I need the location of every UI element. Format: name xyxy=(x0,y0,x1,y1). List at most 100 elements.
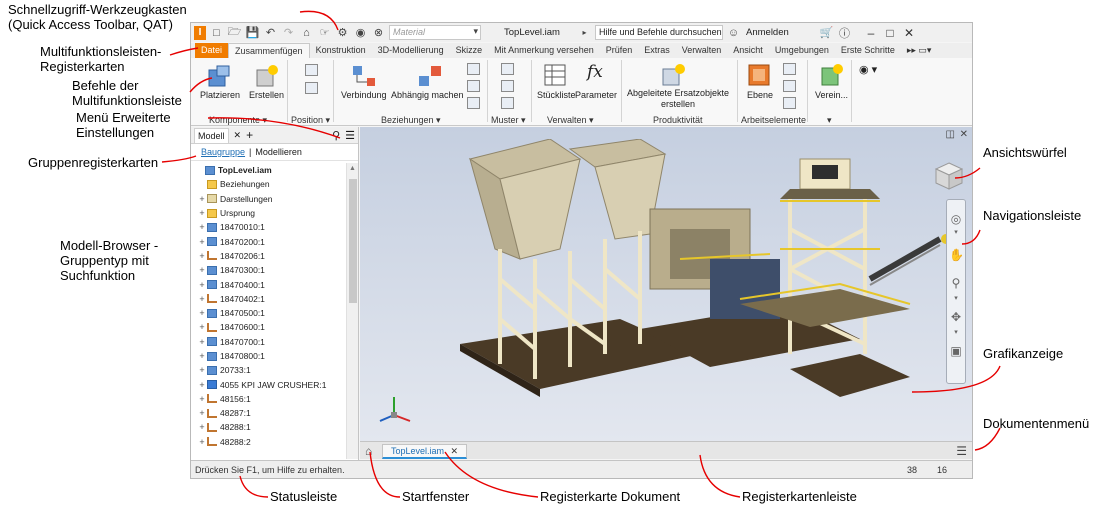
tree-item[interactable]: +18470800:1 xyxy=(191,349,346,363)
chevron-down-icon[interactable]: ▾ xyxy=(827,115,832,126)
tree-item[interactable]: +18470010:1 xyxy=(191,220,346,234)
minimize-icon[interactable]: – xyxy=(863,26,879,40)
help-icon[interactable]: ⓘ xyxy=(837,26,852,40)
viewcube-icon[interactable] xyxy=(934,161,964,191)
substitute-button[interactable]: Abgeleitete Ersatzobjekte erstellen xyxy=(627,88,729,110)
update-icon[interactable]: ⚙ xyxy=(335,26,350,40)
expand-icon[interactable]: + xyxy=(197,365,207,375)
tab-4[interactable]: Skizze xyxy=(450,43,489,58)
cart-icon[interactable]: 🛒 xyxy=(819,26,834,40)
tree-item[interactable]: Beziehungen xyxy=(191,177,346,191)
close-icon[interactable]: ✕ xyxy=(451,446,459,456)
tree-item[interactable]: +18470206:1 xyxy=(191,249,346,263)
maximize-icon[interactable]: □ xyxy=(882,26,898,40)
group-tab-modeling[interactable]: Modellieren xyxy=(255,147,302,157)
chevron-down-icon[interactable]: ▾ xyxy=(949,228,963,236)
sign-in-button[interactable]: Anmelden xyxy=(746,27,816,38)
close-icon[interactable]: ✕ xyxy=(234,130,242,141)
bom-icon[interactable] xyxy=(543,63,567,87)
browser-scrollbar[interactable]: ▲ xyxy=(346,163,358,459)
expand-icon[interactable]: + xyxy=(197,265,207,275)
tree-item[interactable]: +18470200:1 xyxy=(191,234,346,248)
simplify-button[interactable]: Verein... xyxy=(815,90,848,100)
constrain-icon[interactable] xyxy=(417,64,443,88)
expand-icon[interactable]: + xyxy=(197,422,207,432)
tab-5[interactable]: Mit Anmerkung versehen xyxy=(488,43,600,58)
home-icon[interactable]: ⌂ xyxy=(299,26,314,40)
expand-icon[interactable]: + xyxy=(197,237,207,247)
relationship-small-icon[interactable] xyxy=(467,80,480,92)
constrain-button[interactable]: Abhängig machen xyxy=(391,90,464,100)
look-at-icon[interactable]: ▣ xyxy=(949,344,963,358)
relationship-small-icon[interactable] xyxy=(467,63,480,75)
expand-icon[interactable]: + xyxy=(197,322,207,332)
rotate-icon[interactable] xyxy=(305,82,318,94)
tree-item[interactable]: +18470700:1 xyxy=(191,335,346,349)
expand-icon[interactable]: + xyxy=(197,308,207,318)
joint-button[interactable]: Verbindung xyxy=(341,90,387,100)
document-tab[interactable]: TopLevel.iam ✕ xyxy=(382,444,468,459)
tab-9[interactable]: Ansicht xyxy=(727,43,769,58)
expand-icon[interactable]: + xyxy=(197,222,207,232)
tree-item[interactable]: TopLevel.iam xyxy=(191,163,346,177)
move-icon[interactable] xyxy=(305,64,318,76)
tree-item[interactable]: +18470500:1 xyxy=(191,306,346,320)
simplify-icon[interactable] xyxy=(819,63,843,87)
appearance-icon[interactable]: ◉ xyxy=(353,26,368,40)
tree-item[interactable]: +18470600:1 xyxy=(191,320,346,334)
tree-item[interactable]: +48156:1 xyxy=(191,392,346,406)
parameters-button[interactable]: Parameter xyxy=(575,90,617,100)
pan-icon[interactable]: ✋ xyxy=(949,248,964,262)
steering-wheel-icon[interactable]: ◎ xyxy=(949,212,963,226)
group-label-pattern[interactable]: Muster ▾ xyxy=(491,115,526,126)
tab-0[interactable]: Datei xyxy=(195,43,229,58)
group-label-component[interactable]: Komponente ▾ xyxy=(209,115,267,126)
tree-item[interactable]: +18470402:1 xyxy=(191,292,346,306)
expand-icon[interactable]: + xyxy=(197,380,207,390)
create-icon[interactable] xyxy=(253,64,279,88)
expand-icon[interactable]: + xyxy=(197,280,207,290)
graphics-window[interactable]: ◫ ✕ ◎ ▾ ✋ ⚲ ▾ ✥ ▾ ▣ xyxy=(360,127,972,441)
undo-icon[interactable]: ↶ xyxy=(263,26,278,40)
expand-icon[interactable]: + xyxy=(197,437,207,447)
pattern-icon[interactable] xyxy=(501,80,514,92)
ucs-icon[interactable] xyxy=(783,97,796,109)
point-icon[interactable] xyxy=(783,80,796,92)
tab-3[interactable]: 3D-Modellierung xyxy=(372,43,450,58)
inventor-logo-icon[interactable]: I xyxy=(194,25,206,40)
tree-item[interactable]: +48288:1 xyxy=(191,420,346,434)
search-icon[interactable]: ⚲ xyxy=(332,129,340,142)
parameters-icon[interactable]: fx xyxy=(587,62,603,82)
zoom-icon[interactable]: ⚲ xyxy=(949,276,963,290)
bom-button[interactable]: Stückliste xyxy=(537,90,576,100)
user-icon[interactable]: ☺ xyxy=(726,26,741,40)
tree-item[interactable]: + Darstellungen xyxy=(191,192,346,206)
tree-item[interactable]: +18470300:1 xyxy=(191,263,346,277)
orbit-icon[interactable]: ✥ xyxy=(949,310,963,324)
place-button[interactable]: Platzieren xyxy=(200,90,240,100)
expand-icon[interactable]: + xyxy=(197,294,207,304)
open-folder-icon[interactable]: 🗁 xyxy=(227,26,242,40)
plane-icon[interactable] xyxy=(747,63,771,87)
expand-icon[interactable]: + xyxy=(197,251,207,261)
expand-icon[interactable]: + xyxy=(197,394,207,404)
group-label-manage[interactable]: Verwalten ▾ xyxy=(547,115,594,126)
relationship-small-icon[interactable] xyxy=(467,97,480,109)
close-icon[interactable]: ✕ xyxy=(901,26,917,40)
tree-item[interactable]: +18470400:1 xyxy=(191,277,346,291)
chevron-down-icon[interactable]: ▾ xyxy=(949,294,963,302)
tree-item[interactable]: +4055 KPI JAW CRUSHER:1 xyxy=(191,377,346,391)
pattern-icon[interactable] xyxy=(501,63,514,75)
chevron-up-icon[interactable]: ▲ xyxy=(349,165,356,172)
place-icon[interactable] xyxy=(207,64,233,88)
group-label-position[interactable]: Position ▾ xyxy=(291,115,330,126)
new-file-icon[interactable]: □ xyxy=(209,26,224,40)
redo-icon[interactable]: ↷ xyxy=(281,26,296,40)
expand-icon[interactable]: + xyxy=(197,337,207,347)
save-icon[interactable]: 💾 xyxy=(245,26,260,40)
create-button[interactable]: Erstellen xyxy=(249,90,284,100)
tab-11[interactable]: Erste Schritte xyxy=(835,43,901,58)
tab-model[interactable]: Modell xyxy=(194,127,229,143)
axis-icon[interactable] xyxy=(783,63,796,75)
advanced-settings-icon[interactable]: ☰ xyxy=(345,129,355,142)
